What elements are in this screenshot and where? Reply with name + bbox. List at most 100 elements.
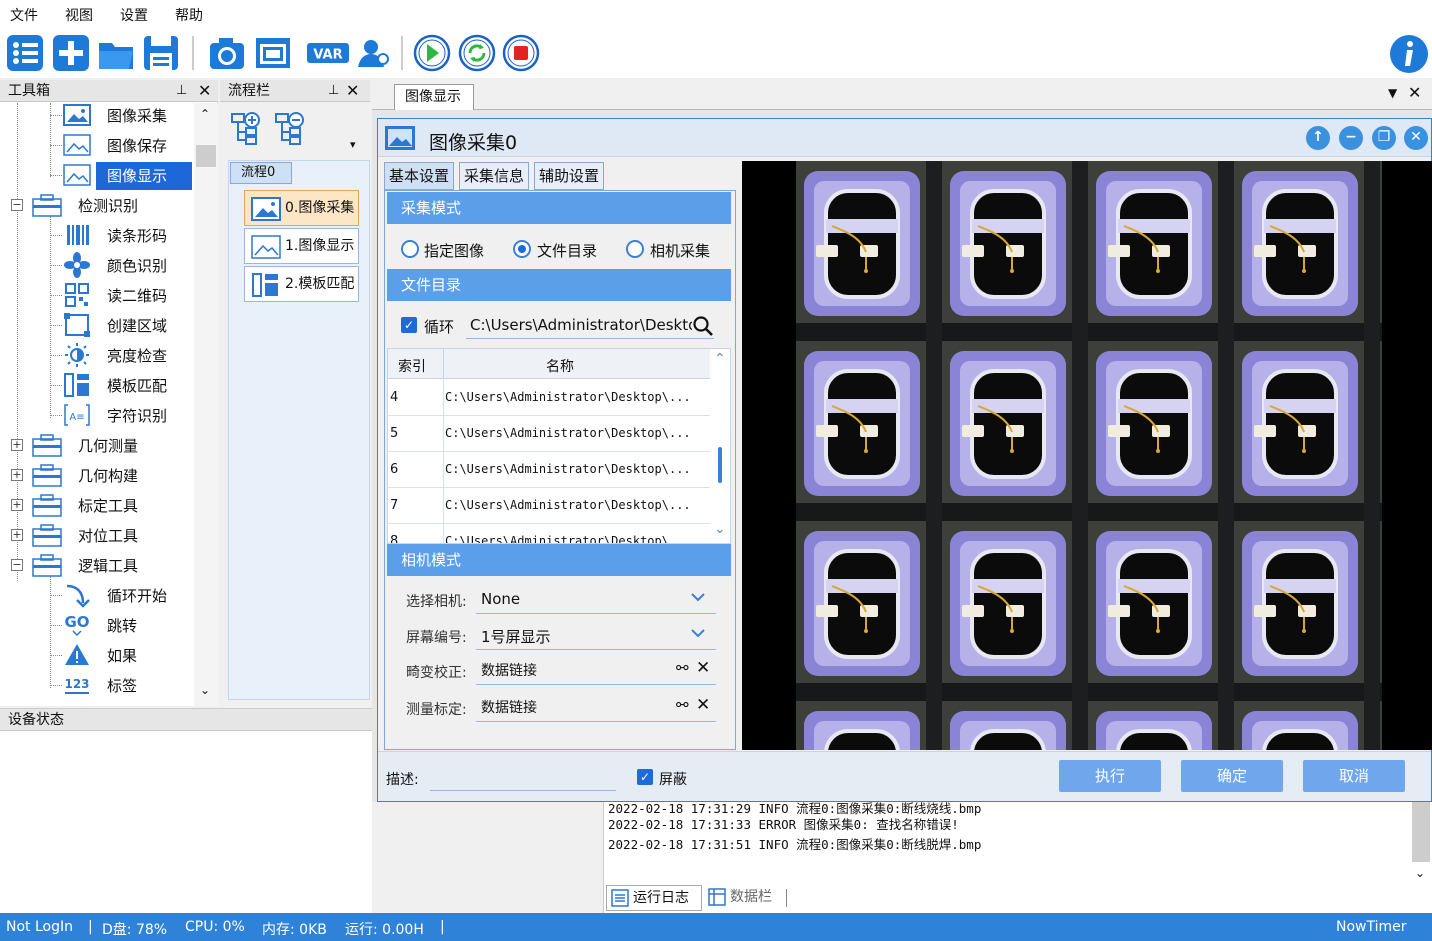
tree-item-create-region[interactable]: 创建区域: [0, 310, 190, 340]
loop-checkbox[interactable]: ✓: [401, 317, 417, 333]
mask-checkbox[interactable]: ✓: [637, 769, 653, 785]
menu-view[interactable]: 视图: [65, 5, 93, 25]
distortion-value[interactable]: 数据链接: [481, 660, 537, 680]
process-tab[interactable]: 流程0: [230, 162, 292, 184]
minimize-icon[interactable]: −: [1339, 126, 1363, 150]
tab-image-display[interactable]: 图像显示: [394, 84, 474, 110]
process-node-0[interactable]: 0.图像采集: [244, 190, 359, 226]
pin-top-icon[interactable]: ↑: [1306, 126, 1330, 150]
scroll-down-icon[interactable]: ⌄: [1415, 866, 1425, 880]
tree-item-color[interactable]: 颜色识别: [0, 250, 190, 280]
expand-icon[interactable]: +: [11, 439, 23, 451]
tree-item-ocr[interactable]: A≡ 字符识别: [0, 400, 190, 430]
run-button[interactable]: 执行: [1059, 760, 1161, 792]
scroll-down-icon[interactable]: ⌄: [714, 521, 726, 537]
menu-file[interactable]: 文件: [10, 5, 38, 25]
tree-group-measure[interactable]: + 几何测量: [0, 430, 190, 460]
tree-group-calibration[interactable]: + 标定工具: [0, 490, 190, 520]
new-icon[interactable]: [50, 32, 92, 74]
tree-group-alignment[interactable]: + 对位工具: [0, 520, 190, 550]
tab-capture-info[interactable]: 采集信息: [459, 162, 530, 190]
list-icon[interactable]: [4, 32, 46, 74]
dropdown-icon[interactable]: ▼: [1388, 86, 1397, 100]
radio-file-directory[interactable]: [513, 240, 531, 258]
process-node-2[interactable]: 2.模板匹配: [244, 266, 359, 302]
tree-item-jump[interactable]: GO 跳转: [0, 610, 190, 640]
chevron-down-icon[interactable]: [690, 625, 706, 641]
tab-aux-settings[interactable]: 辅助设置: [534, 162, 605, 190]
clear-icon[interactable]: ✕: [696, 658, 710, 678]
open-folder-icon[interactable]: [95, 32, 137, 74]
tab-data[interactable]: 数据栏: [704, 885, 784, 911]
collapse-icon[interactable]: −: [11, 559, 23, 571]
image-preview[interactable]: [742, 161, 1432, 750]
save-icon[interactable]: [140, 32, 182, 74]
close-icon[interactable]: ✕: [346, 81, 359, 100]
expand-icon[interactable]: +: [11, 499, 23, 511]
radio-camera-capture[interactable]: [626, 240, 644, 258]
stop-icon[interactable]: [500, 32, 542, 74]
close-icon[interactable]: ✕: [1404, 126, 1428, 150]
tree-item-template-match[interactable]: 模板匹配: [0, 370, 190, 400]
user-icon[interactable]: [352, 32, 394, 74]
collapse-icon[interactable]: −: [11, 199, 23, 211]
remove-process-icon[interactable]: [272, 108, 308, 146]
description-input[interactable]: [430, 767, 616, 791]
menu-help[interactable]: 帮助: [175, 5, 203, 25]
loop-run-icon[interactable]: [456, 32, 498, 74]
select-camera-value[interactable]: None: [481, 590, 520, 608]
tree-group-logic[interactable]: − 逻辑工具: [0, 550, 190, 580]
menu-settings[interactable]: 设置: [120, 5, 148, 25]
expand-icon[interactable]: +: [11, 469, 23, 481]
table-row[interactable]: 4 C:\Users\Administrator\Desktop\...: [388, 380, 710, 416]
expand-icon[interactable]: +: [11, 529, 23, 541]
variable-icon[interactable]: VAR: [305, 32, 351, 74]
image-window-icon[interactable]: [252, 32, 294, 74]
camera-icon[interactable]: [206, 32, 248, 74]
ok-button[interactable]: 确定: [1181, 760, 1283, 792]
log-scroll-thumb[interactable]: [1412, 802, 1430, 862]
tree-group-detection[interactable]: − 检测识别: [0, 190, 190, 220]
tree-item-image-save[interactable]: 图像保存: [0, 130, 190, 160]
scroll-up-icon[interactable]: ⌃: [714, 351, 726, 367]
overflow-icon[interactable]: ▾: [350, 138, 356, 151]
tab-basic-settings[interactable]: 基本设置: [384, 162, 455, 190]
tree-item-image-display[interactable]: 图像显示: [0, 160, 192, 190]
tree-group-geometry[interactable]: + 几何构建: [0, 460, 190, 490]
close-icon[interactable]: ✕: [198, 81, 211, 100]
measure-calib-value[interactable]: 数据链接: [481, 697, 537, 717]
table-row[interactable]: 7 C:\Users\Administrator\Desktop\...: [388, 488, 710, 524]
tree-item-if[interactable]: 如果: [0, 640, 190, 670]
radio-specified-image[interactable]: [401, 240, 419, 258]
pin-icon[interactable]: ⊥: [176, 83, 187, 98]
toolbox-scrollbar[interactable]: ⌃ ⌄: [194, 103, 218, 706]
table-scroll-thumb[interactable]: [718, 447, 722, 483]
tree-item-image-capture[interactable]: 图像采集: [0, 100, 190, 130]
tree-item-label[interactable]: 123 标签: [0, 670, 190, 700]
process-node-1[interactable]: 1.图像显示: [244, 228, 359, 264]
link-icon[interactable]: ⚯: [676, 696, 689, 714]
add-process-icon[interactable]: [228, 108, 264, 146]
path-input[interactable]: C:\Users\Administrator\Deskto: [466, 311, 714, 339]
restore-icon[interactable]: ❐: [1372, 126, 1396, 150]
close-icon[interactable]: ✕: [1408, 83, 1421, 102]
scroll-thumb[interactable]: [196, 145, 216, 167]
pin-icon[interactable]: ⊥: [328, 83, 339, 98]
cancel-button[interactable]: 取消: [1303, 760, 1405, 792]
tree-item-barcode[interactable]: 读条形码: [0, 220, 190, 250]
search-icon[interactable]: [692, 315, 714, 337]
scroll-down-icon[interactable]: ⌄: [200, 683, 210, 697]
table-row[interactable]: 8 C:\Users\Administrator\Desktop\...: [388, 524, 710, 543]
scroll-up-icon[interactable]: ⌃: [200, 107, 210, 121]
tree-item-brightness[interactable]: 亮度检查: [0, 340, 190, 370]
chevron-down-icon[interactable]: [690, 589, 706, 605]
tree-item-qrcode[interactable]: 读二维码: [0, 280, 190, 310]
tab-run-log[interactable]: 运行日志: [606, 885, 702, 911]
clear-icon[interactable]: ✕: [696, 695, 710, 715]
link-icon[interactable]: ⚯: [676, 659, 689, 677]
run-icon[interactable]: [411, 32, 453, 74]
table-row[interactable]: 5 C:\Users\Administrator\Desktop\...: [388, 416, 710, 452]
table-row[interactable]: 6 C:\Users\Administrator\Desktop\...: [388, 452, 710, 488]
tree-item-loop-start[interactable]: 循环开始: [0, 580, 190, 610]
screen-number-value[interactable]: 1号屏显示: [481, 626, 551, 647]
